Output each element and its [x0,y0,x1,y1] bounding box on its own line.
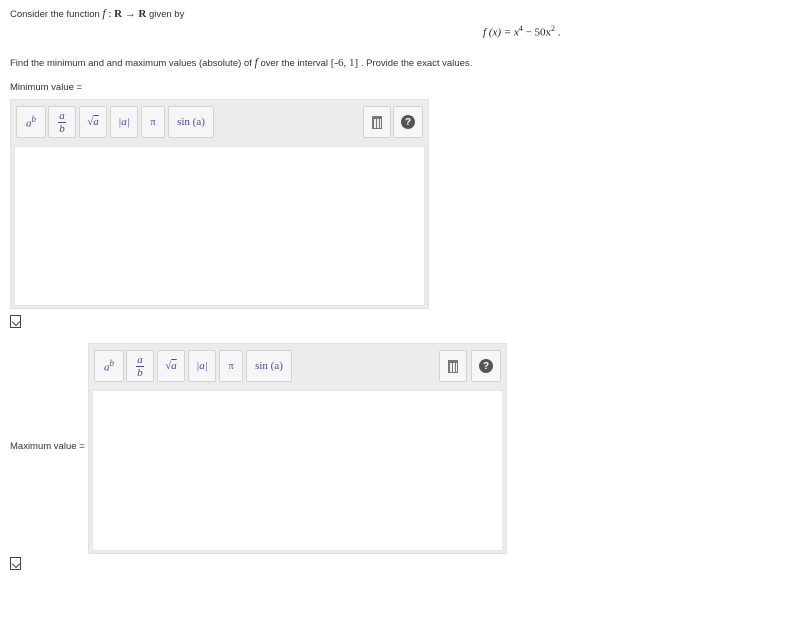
formula-end: . [555,26,561,39]
codomain-symbol: R [138,8,147,20]
min-answer-input[interactable] [14,146,425,306]
sin-icon: sin (a) [177,116,205,128]
instruction-text-a: Find the minimum and and maximum values … [10,58,252,69]
function-formula: f (x) = x4 − 50x2 . [483,24,561,39]
formula-lhs: f (x) = x [483,26,519,39]
max-label: Maximum value = [10,441,85,452]
power-exp: b [109,358,115,369]
sin-button[interactable]: sin (a) [246,350,292,382]
intro-text: Consider the function [10,9,100,20]
instruction-text-c: . Provide the exact values. [360,58,473,69]
help-icon: ? [479,359,493,373]
sqrt-button[interactable]: √a [79,106,107,138]
trash-icon [448,359,458,373]
pi-icon: π [228,360,234,372]
fraction-icon: ab [58,109,66,135]
power-icon: ab [104,358,114,374]
fraction-button[interactable]: ab [48,106,76,138]
pi-button[interactable]: π [219,350,243,382]
max-toolbar: ab ab √a |a| π sin (a) ? [89,344,506,390]
instruction-line: Find the minimum and and maximum values … [10,55,472,70]
frac-num: a [137,353,143,366]
frac-den: b [59,122,65,135]
instruction-f: f [254,55,258,69]
colon: : [108,8,112,20]
abs-icon: |a| [118,116,130,128]
help-button[interactable]: ? [471,350,501,382]
fraction-icon: ab [136,353,144,379]
domain-symbol: R [114,8,123,20]
sqrt-arg: a [171,360,177,372]
given-by-text: given by [148,9,185,20]
max-answer-input[interactable] [92,390,503,551]
frac-den: b [137,366,143,379]
help-button[interactable]: ? [393,106,423,138]
max-answer-editor: ab ab √a |a| π sin (a) ? [88,343,507,554]
clear-button[interactable] [439,350,467,382]
min-label: Minimum value = [10,82,83,93]
fraction-button[interactable]: ab [126,350,154,382]
sin-button[interactable]: sin (a) [168,106,214,138]
function-symbol: f [102,6,106,20]
problem-intro-line: Consider the function f : R → R given by [10,6,184,21]
clear-button[interactable] [363,106,391,138]
abs-button[interactable]: |a| [188,350,216,382]
interval: [-6, 1] [330,57,359,69]
sqrt-icon: √a [87,116,99,128]
frac-num: a [59,109,65,122]
document-check-icon[interactable] [10,557,21,570]
power-icon: ab [26,114,36,130]
abs-button[interactable]: |a| [110,106,138,138]
instruction-text-b: over the interval [260,58,329,69]
sqrt-icon: √a [165,360,177,372]
power-button[interactable]: ab [94,350,124,382]
sqrt-arg: a [93,116,99,128]
pi-button[interactable]: π [141,106,165,138]
power-button[interactable]: ab [16,106,46,138]
power-exp: b [31,114,37,125]
abs-icon: |a| [196,360,208,372]
document-check-icon[interactable] [10,315,21,328]
trash-icon [372,115,382,129]
min-answer-editor: ab ab √a |a| π sin (a) ? [10,99,429,309]
formula-mid: − 50x [522,26,552,39]
help-icon: ? [401,115,415,129]
sqrt-button[interactable]: √a [157,350,185,382]
arrow-symbol: → [124,8,136,20]
min-toolbar: ab ab √a |a| π sin (a) ? [11,100,428,146]
sin-icon: sin (a) [255,360,283,372]
pi-icon: π [150,116,156,128]
